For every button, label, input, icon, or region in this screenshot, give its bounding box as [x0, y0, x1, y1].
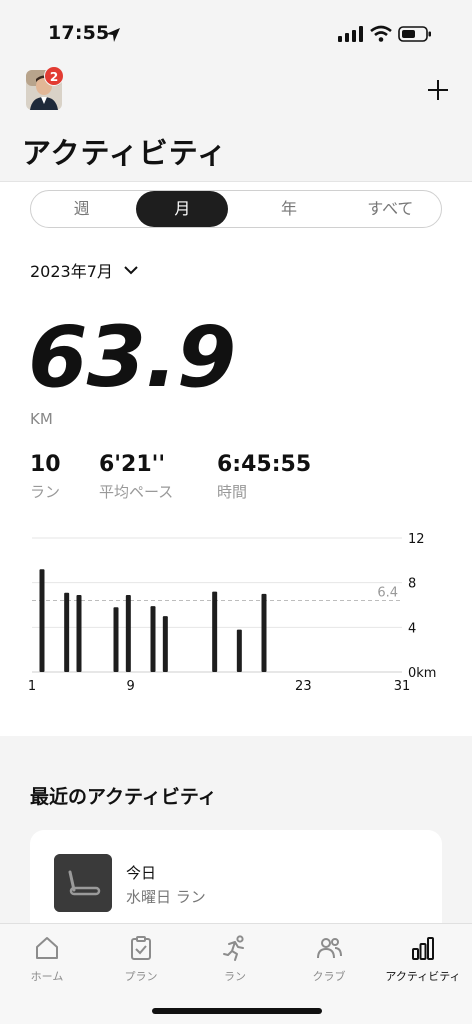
tab-club-label: クラブ — [312, 970, 346, 983]
treadmill-icon — [54, 854, 112, 912]
time-stat: 6:45:55 時間 — [217, 452, 311, 502]
tab-plan-label: プラン — [124, 970, 158, 983]
wifi-icon — [370, 25, 392, 42]
status-time: 17:55 — [48, 22, 110, 44]
location-arrow-icon — [106, 28, 120, 42]
chart-bar — [76, 594, 82, 672]
signal-icon — [338, 26, 363, 42]
tab-run-label: ラン — [224, 970, 246, 983]
tab-home[interactable]: ホーム — [0, 934, 94, 984]
total-distance: 63.9 — [27, 308, 236, 406]
runs-label: ラン — [30, 483, 61, 501]
bar-chart-icon — [412, 937, 434, 960]
activity-title: 今日 — [126, 864, 157, 882]
chart-bar — [150, 606, 156, 672]
chart-labels: 12 8 4 0km 6.4 1 9 23 31 — [28, 532, 436, 694]
tab-activity-label: アクティビティ — [385, 970, 461, 983]
pace-value: 6'21'' — [99, 452, 166, 477]
chart-bars — [39, 569, 267, 672]
chevron-down-icon — [124, 266, 138, 275]
average-label: 6.4 — [377, 586, 398, 601]
runner-icon — [223, 935, 244, 961]
monthly-distance-chart: 12 8 4 0km 6.4 1 9 23 31 — [28, 532, 436, 694]
chart-bar — [113, 607, 119, 672]
time-label: 時間 — [217, 483, 248, 501]
segment-week[interactable]: 週 — [31, 191, 132, 227]
runs-value: 10 — [30, 452, 61, 477]
distance-unit: KM — [30, 410, 53, 428]
clipboard-icon — [131, 936, 151, 960]
period-segmented-control: 週 月 年 すべて — [30, 190, 442, 228]
y-tick-label: 0km — [408, 666, 436, 681]
chart-bar — [64, 592, 70, 672]
tab-home-label: ホーム — [30, 970, 64, 983]
people-icon — [317, 938, 342, 959]
chart-bar — [261, 593, 267, 672]
notification-badge: 2 — [44, 66, 64, 86]
segment-all[interactable]: すべて — [340, 191, 441, 227]
x-tick-label: 23 — [295, 679, 312, 694]
time-value: 6:45:55 — [217, 452, 312, 477]
add-icon[interactable] — [426, 78, 450, 102]
battery-icon — [398, 26, 431, 42]
chart-bar — [236, 629, 242, 672]
x-tick-label: 31 — [394, 679, 411, 694]
y-tick-label: 12 — [408, 532, 425, 547]
segment-year[interactable]: 年 — [238, 191, 339, 227]
chart-bar — [39, 569, 45, 672]
runs-stat: 10 ラン — [30, 452, 61, 502]
tab-activity[interactable]: アクティビティ — [376, 934, 470, 984]
period-label: 2023年7月 — [30, 262, 113, 281]
period-selector[interactable]: 2023年7月 — [30, 258, 139, 282]
home-icon — [36, 937, 58, 959]
chart-bar — [125, 594, 131, 672]
chart-bar — [162, 616, 168, 672]
pace-stat: 6'21'' 平均ペース — [99, 452, 173, 502]
home-indicator — [152, 1008, 322, 1014]
tab-run[interactable]: ラン — [188, 934, 282, 984]
header: 17:55 2 アクティビティ — [0, 0, 472, 182]
tab-plan[interactable]: プラン — [94, 934, 188, 984]
page-title: アクティビティ — [22, 136, 228, 170]
x-tick-label: 9 — [127, 679, 135, 694]
pace-label: 平均ペース — [99, 483, 174, 501]
activity-subtitle: 水曜日 ラン — [126, 888, 206, 906]
segment-month[interactable]: 月 — [136, 191, 229, 227]
x-tick-label: 1 — [28, 679, 36, 694]
chart-bar — [212, 591, 218, 672]
y-tick-label: 8 — [408, 577, 416, 592]
recent-title: 最近のアクティビティ — [30, 786, 217, 808]
y-tick-label: 4 — [408, 621, 416, 636]
tab-club[interactable]: クラブ — [282, 934, 376, 984]
